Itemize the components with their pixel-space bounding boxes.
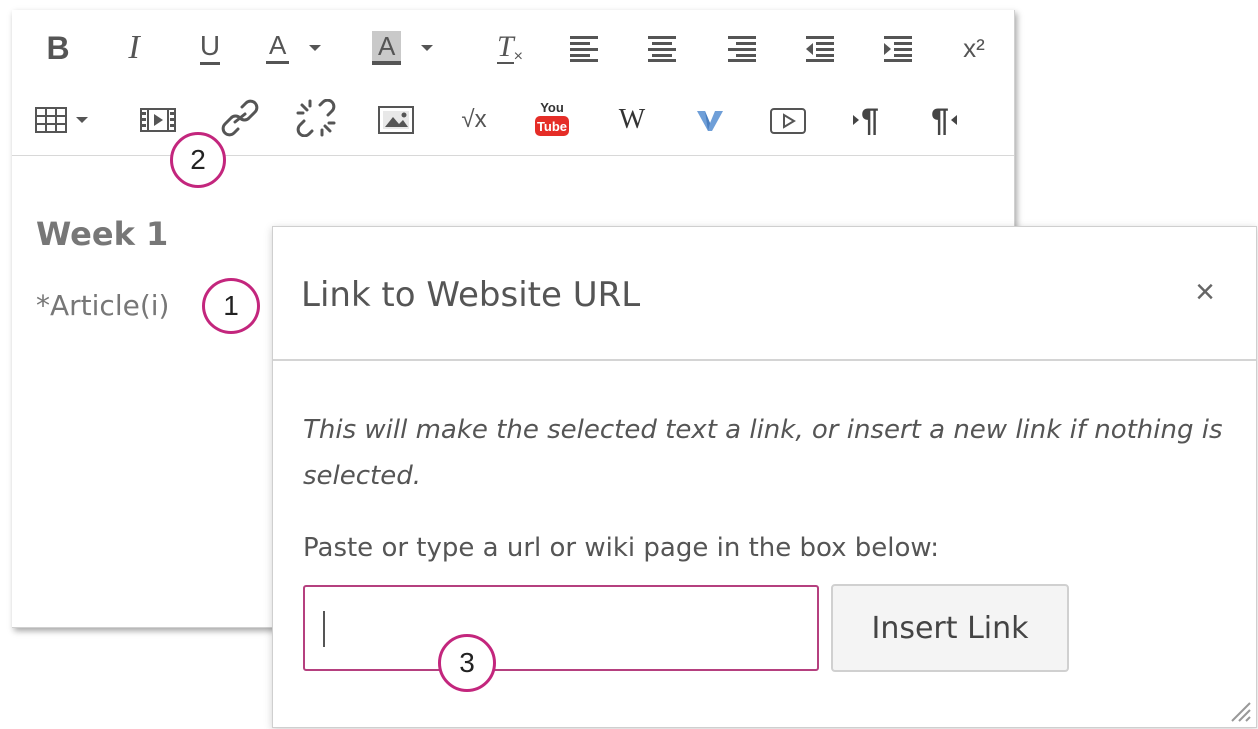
url-input-label: Paste or type a url or wiki page in the … <box>303 533 939 563</box>
link-button[interactable] <box>218 98 262 138</box>
url-input[interactable] <box>303 585 819 671</box>
unlink-icon <box>296 99 336 137</box>
italic-icon: I <box>128 29 140 66</box>
pilcrow-icon: ¶ <box>861 102 879 138</box>
link-dialog: Link to Website URL × This will make the… <box>272 226 1257 728</box>
image-icon <box>378 106 414 134</box>
insert-link-label: Insert Link <box>871 610 1029 646</box>
underline-button[interactable]: U <box>190 26 230 70</box>
film-icon <box>140 108 176 132</box>
underline-icon: U <box>199 31 221 65</box>
pilcrow-icon: ¶ <box>931 102 949 138</box>
content-paragraph[interactable]: *Article(i) <box>36 289 169 322</box>
align-left-icon <box>570 36 598 62</box>
align-right-icon <box>728 36 756 62</box>
toolbar-divider <box>12 155 1014 156</box>
text-color-button[interactable]: A <box>260 26 350 70</box>
align-left-button[interactable] <box>564 30 604 66</box>
callout-number: 3 <box>459 647 475 678</box>
bold-icon: B <box>46 30 70 66</box>
content-heading: Week 1 <box>36 215 169 253</box>
close-icon: × <box>1195 273 1215 311</box>
background-color-icon: A <box>372 31 402 65</box>
dialog-header-divider <box>273 359 1256 361</box>
image-button[interactable] <box>374 102 418 138</box>
superscript-icon: x² <box>963 33 985 63</box>
table-icon <box>35 107 67 133</box>
clear-formatting-icon: T <box>496 30 514 64</box>
link-icon <box>221 99 259 137</box>
insert-link-button[interactable]: Insert Link <box>831 584 1069 672</box>
table-button[interactable] <box>34 102 104 138</box>
dialog-title: Link to Website URL <box>301 275 641 315</box>
clear-formatting-button[interactable]: T × <box>488 26 532 70</box>
unlink-button[interactable] <box>294 98 338 138</box>
chevron-down-icon <box>309 45 322 51</box>
equation-button[interactable]: √x <box>450 102 498 138</box>
align-right-button[interactable] <box>722 30 762 66</box>
align-center-button[interactable] <box>642 30 682 66</box>
close-button[interactable]: × <box>1190 273 1220 311</box>
chevron-down-icon <box>421 45 434 51</box>
vimeo-icon <box>697 111 723 131</box>
video-button[interactable] <box>766 104 810 138</box>
background-color-button[interactable]: A <box>372 26 462 70</box>
ltr-paragraph-button[interactable]: ¶ <box>842 100 890 140</box>
callout-1: 1 <box>202 278 260 334</box>
arrow-left-icon <box>950 115 957 125</box>
callout-3: 3 <box>438 634 496 692</box>
outdent-icon <box>806 36 834 62</box>
italic-button[interactable]: I <box>114 28 154 68</box>
chevron-down-icon <box>76 117 88 123</box>
dialog-description: This will make the selected text a link,… <box>303 415 1223 491</box>
callout-number: 2 <box>190 144 206 175</box>
play-icon <box>770 108 806 134</box>
equation-icon: √x <box>461 106 487 133</box>
arrow-right-icon <box>853 115 860 125</box>
wikipedia-icon: W <box>618 104 646 135</box>
callout-2: 2 <box>170 132 226 188</box>
indent-button[interactable] <box>878 30 918 66</box>
bold-button[interactable]: B <box>38 28 78 68</box>
resize-grip-icon[interactable] <box>1226 697 1252 723</box>
youtube-button[interactable]: You Tube <box>530 96 574 140</box>
svg-text:You: You <box>540 100 564 115</box>
text-color-icon: A <box>266 32 290 64</box>
outdent-button[interactable] <box>800 30 840 66</box>
wikipedia-button[interactable]: W <box>610 102 654 138</box>
indent-icon <box>884 36 912 62</box>
superscript-button[interactable]: x² <box>952 28 996 68</box>
rtl-paragraph-button[interactable]: ¶ <box>920 100 968 140</box>
small-x-icon: × <box>513 48 524 65</box>
callout-number: 1 <box>223 290 239 321</box>
vimeo-button[interactable] <box>690 102 730 138</box>
media-button[interactable] <box>136 104 180 136</box>
svg-text:Tube: Tube <box>537 119 567 134</box>
text-cursor <box>323 611 325 647</box>
align-center-icon <box>648 36 676 62</box>
youtube-icon: You Tube <box>535 100 569 136</box>
